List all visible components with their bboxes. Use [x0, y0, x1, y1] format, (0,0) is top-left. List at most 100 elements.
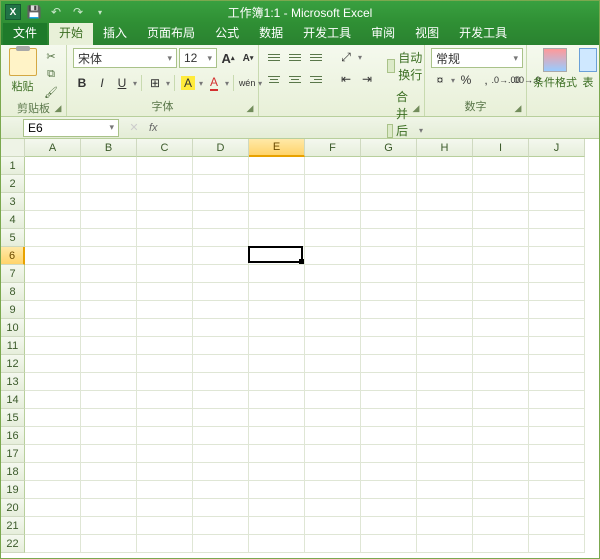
align-right-icon[interactable] [307, 72, 325, 86]
cell-B22[interactable] [81, 535, 137, 553]
cell-J9[interactable] [529, 301, 585, 319]
column-header-H[interactable]: H [417, 139, 473, 157]
row-header-12[interactable]: 12 [1, 355, 25, 373]
cell-F4[interactable] [305, 211, 361, 229]
redo-icon[interactable]: ↷ [69, 3, 87, 21]
cell-D6[interactable] [193, 247, 249, 265]
row-header-4[interactable]: 4 [1, 211, 25, 229]
tab-view[interactable]: 视图 [405, 21, 449, 45]
cell-A13[interactable] [25, 373, 81, 391]
cell-J16[interactable] [529, 427, 585, 445]
cell-F2[interactable] [305, 175, 361, 193]
underline-button[interactable]: U [113, 74, 131, 92]
cell-G8[interactable] [361, 283, 417, 301]
cell-E9[interactable] [249, 301, 305, 319]
cell-H20[interactable] [417, 499, 473, 517]
cell-C12[interactable] [137, 355, 193, 373]
cell-A17[interactable] [25, 445, 81, 463]
cell-H14[interactable] [417, 391, 473, 409]
cell-F14[interactable] [305, 391, 361, 409]
cell-G19[interactable] [361, 481, 417, 499]
cell-I13[interactable] [473, 373, 529, 391]
cell-C7[interactable] [137, 265, 193, 283]
cell-A18[interactable] [25, 463, 81, 481]
cell-F11[interactable] [305, 337, 361, 355]
font-launcher-icon[interactable]: ◢ [244, 102, 256, 114]
tab-page-layout[interactable]: 页面布局 [137, 21, 205, 45]
cell-G18[interactable] [361, 463, 417, 481]
cell-J4[interactable] [529, 211, 585, 229]
cell-C17[interactable] [137, 445, 193, 463]
cell-C11[interactable] [137, 337, 193, 355]
cell-G12[interactable] [361, 355, 417, 373]
cell-G3[interactable] [361, 193, 417, 211]
decrease-font-icon[interactable]: A▾ [239, 49, 257, 67]
undo-icon[interactable]: ↶ [47, 3, 65, 21]
border-icon[interactable]: ⊞ [146, 74, 164, 92]
cell-F22[interactable] [305, 535, 361, 553]
cell-F16[interactable] [305, 427, 361, 445]
cell-E15[interactable] [249, 409, 305, 427]
cell-F1[interactable] [305, 157, 361, 175]
cell-H1[interactable] [417, 157, 473, 175]
column-header-D[interactable]: D [193, 139, 249, 157]
cell-D1[interactable] [193, 157, 249, 175]
cell-I19[interactable] [473, 481, 529, 499]
cell-I5[interactable] [473, 229, 529, 247]
cell-A4[interactable] [25, 211, 81, 229]
cell-C15[interactable] [137, 409, 193, 427]
cell-C1[interactable] [137, 157, 193, 175]
cell-A7[interactable] [25, 265, 81, 283]
row-header-6[interactable]: 6 [1, 247, 25, 265]
cell-J22[interactable] [529, 535, 585, 553]
cell-B11[interactable] [81, 337, 137, 355]
cell-D7[interactable] [193, 265, 249, 283]
cell-A5[interactable] [25, 229, 81, 247]
cell-I2[interactable] [473, 175, 529, 193]
row-header-13[interactable]: 13 [1, 373, 25, 391]
cell-J10[interactable] [529, 319, 585, 337]
excel-icon[interactable]: X [5, 4, 21, 20]
cell-J12[interactable] [529, 355, 585, 373]
cell-B9[interactable] [81, 301, 137, 319]
cell-D11[interactable] [193, 337, 249, 355]
cell-E8[interactable] [249, 283, 305, 301]
increase-font-icon[interactable]: A▴ [219, 49, 237, 67]
cell-F12[interactable] [305, 355, 361, 373]
cell-A16[interactable] [25, 427, 81, 445]
cell-C19[interactable] [137, 481, 193, 499]
cell-C2[interactable] [137, 175, 193, 193]
row-header-14[interactable]: 14 [1, 391, 25, 409]
clipboard-launcher-icon[interactable]: ◢ [52, 102, 64, 114]
cell-H15[interactable] [417, 409, 473, 427]
cell-F17[interactable] [305, 445, 361, 463]
cell-H21[interactable] [417, 517, 473, 535]
cell-G7[interactable] [361, 265, 417, 283]
cell-F13[interactable] [305, 373, 361, 391]
row-header-9[interactable]: 9 [1, 301, 25, 319]
cell-D9[interactable] [193, 301, 249, 319]
qat-dropdown-icon[interactable]: ▾ [91, 3, 109, 21]
cell-J2[interactable] [529, 175, 585, 193]
row-header-20[interactable]: 20 [1, 499, 25, 517]
cell-J21[interactable] [529, 517, 585, 535]
cell-I21[interactable] [473, 517, 529, 535]
cell-I8[interactable] [473, 283, 529, 301]
cell-F3[interactable] [305, 193, 361, 211]
cell-B15[interactable] [81, 409, 137, 427]
tab-home[interactable]: 开始 [49, 21, 93, 45]
cell-B18[interactable] [81, 463, 137, 481]
cell-B7[interactable] [81, 265, 137, 283]
italic-button[interactable]: I [93, 74, 111, 92]
cell-J20[interactable] [529, 499, 585, 517]
cell-H7[interactable] [417, 265, 473, 283]
tab-file[interactable]: 文件 [3, 21, 47, 45]
row-header-19[interactable]: 19 [1, 481, 25, 499]
cell-G11[interactable] [361, 337, 417, 355]
cell-B20[interactable] [81, 499, 137, 517]
worksheet-grid[interactable]: ABCDEFGHIJ 12345678910111213141516171819… [1, 139, 599, 553]
name-box[interactable]: E6▾ [23, 119, 119, 137]
increase-indent-icon[interactable]: ⇥ [358, 70, 376, 88]
cell-C21[interactable] [137, 517, 193, 535]
row-header-2[interactable]: 2 [1, 175, 25, 193]
